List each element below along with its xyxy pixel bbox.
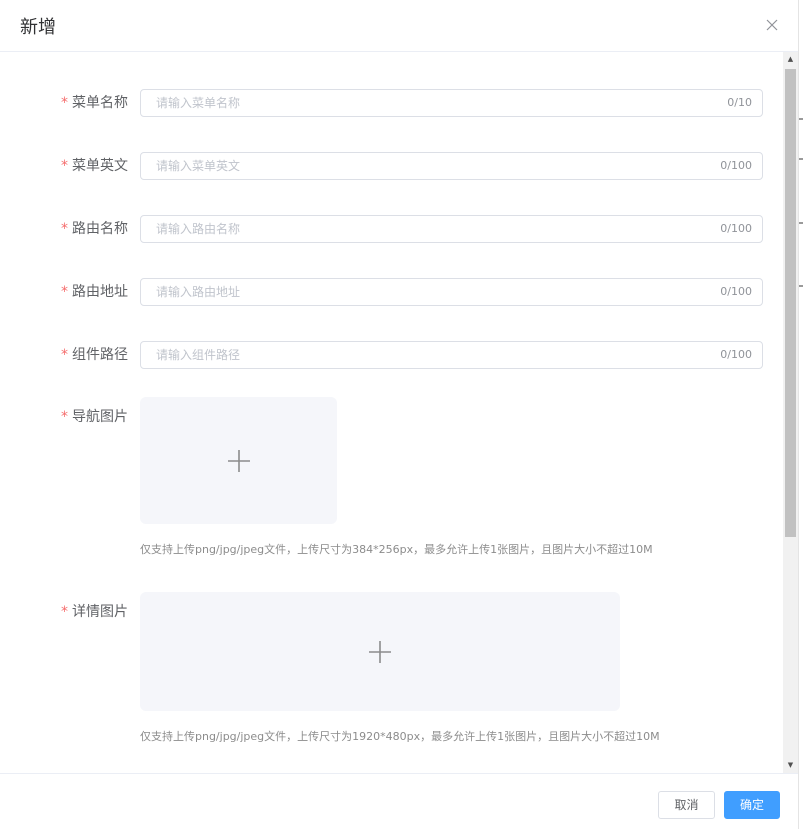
- upload-hint: 仅支持上传png/jpg/jpeg文件，上传尺寸为384*256px，最多允许上…: [140, 543, 653, 556]
- char-count: 0/100: [720, 159, 752, 172]
- field-label: * 导航图片: [0, 407, 128, 427]
- menu-name-field[interactable]: 0/10: [140, 89, 763, 117]
- field-label: * 菜单英文: [0, 156, 128, 176]
- char-count: 0/100: [720, 222, 752, 235]
- field-label: * 菜单名称: [0, 93, 128, 113]
- route-name-field[interactable]: 0/100: [140, 215, 763, 243]
- close-icon[interactable]: [762, 15, 782, 35]
- scroll-down-arrow-icon[interactable]: ▼: [783, 758, 798, 773]
- field-label-text: 路由名称: [72, 221, 128, 237]
- required-mark: *: [61, 409, 68, 425]
- field-label-text: 组件路径: [72, 347, 128, 363]
- route-path-field[interactable]: 0/100: [140, 278, 763, 306]
- add-dialog: 新增 *菜单名称 0/10 *菜单英文 0/100 *路由名称: [0, 0, 798, 829]
- scroll-thumb[interactable]: [785, 69, 796, 537]
- field-label-text: 详情图片: [72, 604, 128, 620]
- component-path-field[interactable]: 0/100: [140, 341, 763, 369]
- field-label-text: 菜单名称: [72, 95, 128, 111]
- field-label: * 组件路径: [0, 345, 128, 365]
- route-name-input[interactable]: [141, 216, 701, 242]
- plus-icon: [369, 640, 391, 663]
- field-label: * 详情图片: [0, 602, 128, 622]
- field-label: * 路由名称: [0, 219, 128, 239]
- confirm-button[interactable]: 确定: [724, 791, 780, 819]
- detail-image-upload[interactable]: [140, 592, 620, 711]
- menu-english-input[interactable]: [141, 153, 701, 179]
- upload-hint: 仅支持上传png/jpg/jpeg文件，上传尺寸为1920*480px，最多允许…: [140, 730, 660, 743]
- dialog-body: *菜单名称 0/10 *菜单英文 0/100 *路由名称 0/100 *路由地址: [0, 52, 798, 773]
- dialog-header: 新增: [0, 0, 798, 52]
- required-mark: *: [61, 221, 68, 237]
- required-mark: *: [61, 347, 68, 363]
- dialog-title: 新增: [20, 17, 56, 38]
- required-mark: *: [61, 158, 68, 174]
- required-mark: *: [61, 604, 68, 620]
- scroll-up-arrow-icon[interactable]: ▲: [783, 52, 798, 67]
- required-mark: *: [61, 284, 68, 300]
- plus-icon: [227, 449, 250, 472]
- cancel-button[interactable]: 取消: [658, 791, 715, 819]
- nav-image-upload[interactable]: [140, 397, 337, 524]
- required-mark: *: [61, 95, 68, 111]
- char-count: 0/10: [727, 96, 752, 109]
- route-path-input[interactable]: [141, 279, 701, 305]
- menu-english-field[interactable]: 0/100: [140, 152, 763, 180]
- field-label-text: 路由地址: [72, 284, 128, 300]
- field-label-text: 菜单英文: [72, 158, 128, 174]
- char-count: 0/100: [720, 285, 752, 298]
- backdrop-edge: [798, 0, 803, 829]
- char-count: 0/100: [720, 348, 752, 361]
- menu-name-input[interactable]: [141, 90, 701, 116]
- component-path-input[interactable]: [141, 342, 701, 368]
- field-label: * 路由地址: [0, 282, 128, 302]
- vertical-scrollbar[interactable]: ▲ ▼: [783, 52, 798, 773]
- field-label-text: 导航图片: [72, 409, 128, 425]
- dialog-footer: 取消 确定: [0, 773, 798, 829]
